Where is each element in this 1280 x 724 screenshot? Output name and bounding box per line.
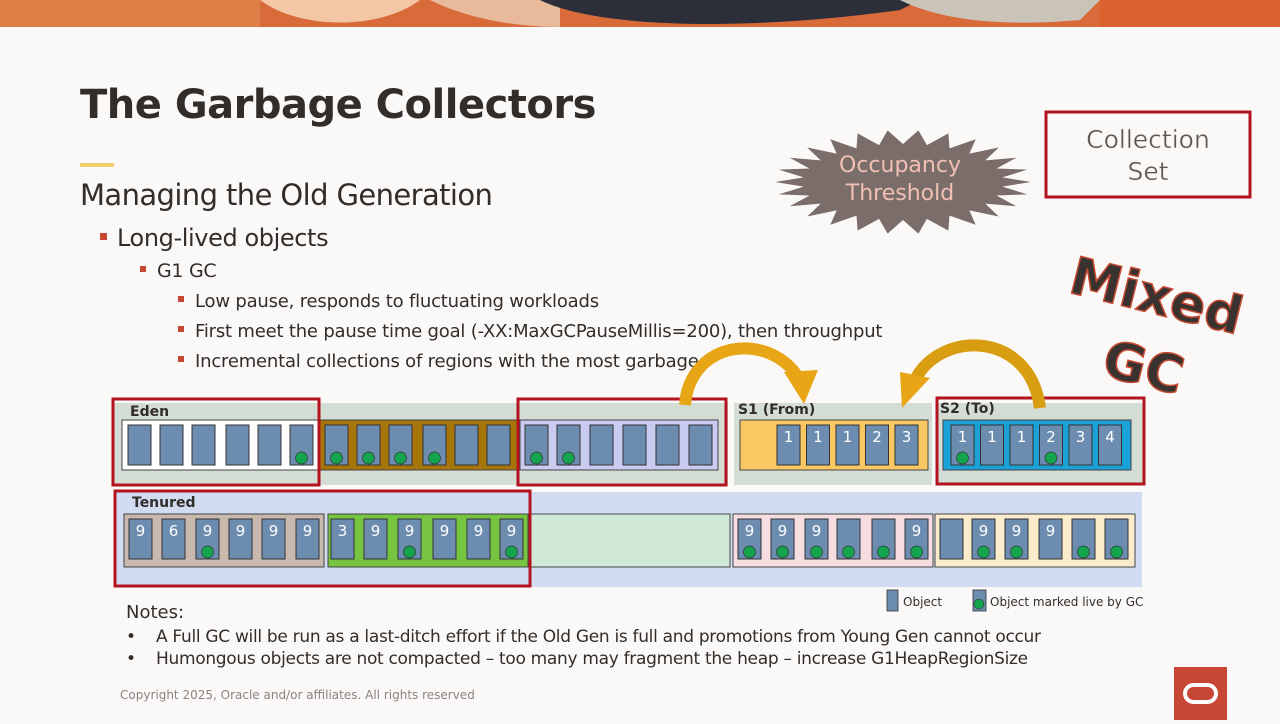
heap-object: [454, 424, 479, 466]
mixed-gc-line2: GC: [1097, 329, 1190, 407]
live-marker: [394, 451, 407, 465]
live-marker: [776, 545, 789, 559]
mixed-gc-label: Mixed GC: [1063, 246, 1249, 408]
heap-object: [939, 518, 964, 560]
live-marker: [362, 451, 375, 465]
live-marker: [842, 545, 855, 559]
live-marker: [743, 545, 756, 559]
live-marker: [810, 545, 823, 559]
object-age-label: 9: [440, 522, 450, 540]
note-item: • Humongous objects are not compacted – t…: [126, 649, 1028, 669]
collection-set-line2: Set: [1127, 157, 1168, 186]
object-age-label: 1: [958, 428, 968, 446]
live-marker: [295, 451, 308, 465]
object-age-label: 9: [1046, 522, 1056, 540]
heap-object: [257, 424, 282, 466]
eden-label: Eden: [130, 404, 169, 420]
callout-line2: Threshold: [845, 181, 954, 206]
collection-set-line1: Collection: [1086, 125, 1210, 154]
heap-object: [688, 424, 713, 466]
heap-object: [589, 424, 614, 466]
object-age-label: 9: [136, 522, 146, 540]
live-marker: [505, 545, 518, 559]
object-age-label: 6: [169, 522, 179, 540]
object-age-label: 1: [813, 428, 823, 446]
occupancy-threshold-starburst: Occupancy Threshold: [775, 130, 1031, 234]
object-age-label: 9: [778, 522, 788, 540]
heap-object: [191, 424, 216, 466]
object-age-label: 9: [405, 522, 415, 540]
object-age-label: 9: [507, 522, 517, 540]
tenured-label: Tenured: [132, 495, 196, 511]
legend-live-marker: [973, 598, 985, 610]
s2-label: S2 (To): [940, 401, 995, 417]
object-age-label: 3: [338, 522, 348, 540]
object-age-label: 1: [784, 428, 794, 446]
eden-region-lavender: [519, 419, 719, 471]
object-age-label: 9: [745, 522, 755, 540]
object-age-label: 9: [303, 522, 313, 540]
tenured-region-3: [529, 513, 731, 568]
legend-object-swatch: [886, 589, 899, 612]
live-marker: [1110, 545, 1123, 559]
live-marker: [1010, 545, 1023, 559]
copyright-text: Copyright 2025, Oracle and/or affiliates…: [120, 688, 475, 702]
live-marker: [910, 545, 923, 559]
tenured-region-1: [123, 513, 325, 568]
oracle-logo-icon: [1183, 683, 1218, 704]
object-age-label: 9: [371, 522, 381, 540]
live-marker: [1077, 545, 1090, 559]
legend-object-label: Object: [903, 595, 942, 609]
heap-object: [486, 424, 511, 466]
object-age-label: 9: [236, 522, 246, 540]
object-age-label: 1: [843, 428, 853, 446]
object-age-label: 9: [912, 522, 922, 540]
note-bullet: •: [126, 627, 136, 647]
heap-object: [159, 424, 184, 466]
callout-line1: Occupancy: [839, 153, 961, 178]
collection-set-label: Collection Set: [1044, 110, 1252, 199]
notes-heading: Notes:: [126, 602, 185, 623]
object-age-label: 1: [1017, 428, 1027, 446]
object-age-label: 3: [902, 428, 912, 446]
object-age-label: 9: [1012, 522, 1022, 540]
heap-object: [225, 424, 250, 466]
note-bullet: •: [126, 649, 136, 669]
object-age-label: 9: [474, 522, 484, 540]
live-marker: [977, 545, 990, 559]
heap-object: [622, 424, 647, 466]
object-age-label: 1: [987, 428, 997, 446]
legend: Object Object marked live by GC: [886, 589, 1143, 612]
live-marker: [330, 451, 343, 465]
object-age-label: 3: [1076, 428, 1086, 446]
object-age-label: 9: [979, 522, 989, 540]
heap-object: [655, 424, 680, 466]
legend-live-label: Object marked live by GC: [990, 595, 1143, 609]
mixed-gc-line1: Mixed: [1064, 246, 1249, 347]
tenured-region-4: [732, 513, 934, 568]
object-age-label: 9: [203, 522, 213, 540]
s1-label: S1 (From): [738, 402, 815, 418]
live-marker: [530, 451, 543, 465]
live-marker: [562, 451, 575, 465]
oracle-logo: [1174, 667, 1227, 720]
live-marker: [403, 545, 416, 559]
g1-heap-diagram: Occupancy Threshold Collection Set Mixed…: [111, 110, 1252, 612]
object-age-label: 4: [1105, 428, 1115, 446]
live-marker: [956, 451, 969, 465]
live-marker: [877, 545, 890, 559]
live-marker: [428, 451, 441, 465]
live-marker: [1044, 451, 1058, 465]
object-age-label: 9: [269, 522, 279, 540]
object-age-label: 9: [812, 522, 822, 540]
live-marker: [201, 545, 214, 559]
tenured-region-2: [327, 513, 529, 568]
heap-object: [127, 424, 152, 466]
object-age-label: 2: [1046, 428, 1056, 446]
note-item: • A Full GC will be run as a last-ditch e…: [126, 627, 1041, 647]
object-age-label: 2: [872, 428, 882, 446]
